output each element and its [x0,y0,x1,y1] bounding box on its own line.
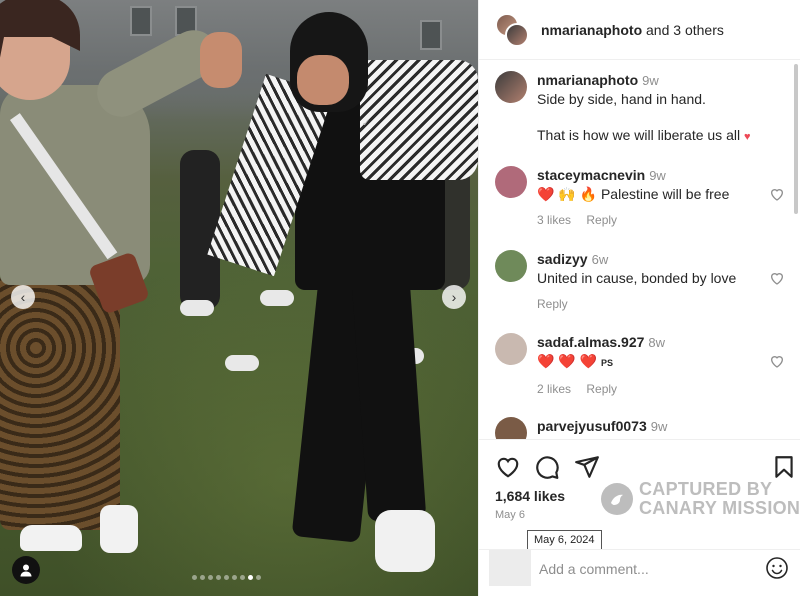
avatar[interactable] [495,333,527,365]
caption-line-2: That is how we will liberate us all [537,127,741,143]
canary-logo-icon [601,483,633,515]
left-person-legs [0,270,120,530]
comment-emoji: ❤️ 🙌 🔥 [537,186,598,202]
comment: staceymacnevin 9w ❤️ 🙌 🔥 Palestine will b… [495,166,785,229]
avatar[interactable] [495,250,527,282]
carousel-dot [224,575,229,580]
like-comment-heart-icon[interactable] [769,186,785,202]
canary-mission-watermark: CAPTURED BY CANARY MISSION [601,480,800,518]
avatar[interactable] [495,166,527,198]
carousel-dot [192,575,197,580]
next-slide-button[interactable]: › [442,285,466,309]
comment-time[interactable]: 8w [648,335,665,350]
left-person-shoe [20,525,82,551]
comment: sadizyy 6w United in cause, bonded by lov… [495,250,785,313]
post-actions: 1,684 likes May 6 CAPTURED BY CANARY MIS… [479,439,800,550]
chevron-right-icon: › [451,289,457,305]
comment-time[interactable]: 6w [592,252,609,267]
heart-icon[interactable] [495,454,521,480]
comment-text: PS [600,358,613,368]
carousel-dot [208,575,213,580]
caption: nmarianaphoto 9w Side by side, hand in ha… [495,71,785,146]
carousel-dot-active [248,575,253,580]
comment-text: Palestine will be free [600,186,730,202]
reply-button[interactable]: Reply [586,382,617,396]
carousel-dot [216,575,221,580]
background-shoe [225,355,259,371]
background-person [180,150,220,310]
comment: sadaf.almas.927 8w ❤️ ❤️ ❤️ PS 2 likes Re… [495,333,785,398]
carousel-dot [256,575,261,580]
send-icon[interactable] [574,454,600,480]
caption-username[interactable]: nmarianaphoto [537,72,638,88]
tagged-people-button[interactable] [12,556,40,584]
avatar[interactable] [495,417,527,439]
shirt-logo: ✓ [362,118,371,129]
comments-scrollbar[interactable] [794,64,798,214]
main-person-shoe [375,510,435,572]
comments-list[interactable]: nmarianaphoto 9w Side by side, hand in ha… [479,61,800,439]
comment-likes[interactable]: 3 likes [537,213,571,227]
post-header: nmarianaphoto and 3 others [479,0,800,60]
avatar [505,22,529,47]
comment-icon[interactable] [534,454,560,480]
comment-username[interactable]: parvejyusuf0073 [537,418,647,434]
comment: parvejyusuf0073 9w [495,417,785,439]
post-photo: ✓ ‹ › [0,0,478,596]
background-window [130,6,152,36]
chevron-left-icon: ‹ [20,289,26,305]
main-person-face [297,55,349,105]
reply-button[interactable]: Reply [537,297,568,311]
carousel-dot [240,575,245,580]
comment-likes[interactable]: 2 likes [537,382,571,396]
comment-time[interactable]: 9w [651,419,668,434]
likes-count[interactable]: 1,684 likes [495,488,565,504]
like-comment-heart-icon[interactable] [769,353,785,369]
comment-username[interactable]: sadizyy [537,251,588,267]
comment-username[interactable]: staceymacnevin [537,167,645,183]
watermark-line-2: CANARY MISSION [639,498,800,518]
header-authors: nmarianaphoto and 3 others [541,22,724,38]
carousel-dot [200,575,205,580]
comment-time[interactable]: 9w [649,168,666,183]
background-shoe [180,300,214,316]
author-avatars[interactable] [495,12,529,47]
post-side-panel: nmarianaphoto and 3 others nmarianaphoto… [478,0,800,596]
comment-input[interactable] [539,558,749,580]
comment-text: United in cause, bonded by love [537,270,737,286]
comment-emoji: ❤️ ❤️ ❤️ [537,353,598,369]
caption-line-1: Side by side, hand in hand. [537,91,706,107]
smiley-icon[interactable] [765,556,789,580]
person-icon [20,564,32,577]
reply-button[interactable]: Reply [586,213,617,227]
avatar[interactable] [495,71,527,103]
add-comment-bar [479,549,800,596]
like-comment-heart-icon[interactable] [769,270,785,286]
user-thumbnail [489,550,531,586]
watermark-line-1: CAPTURED BY [639,479,773,499]
background-shoe [260,290,294,306]
left-person-shoe [100,505,138,553]
prev-slide-button[interactable]: ‹ [11,285,35,309]
heart-emoji: ♥ [743,131,751,143]
background-window [420,20,442,50]
bookmark-icon[interactable] [771,454,797,480]
post-date[interactable]: May 6 [495,509,525,521]
carousel-dots [192,575,261,580]
comment-username[interactable]: sadaf.almas.927 [537,334,644,350]
caption-time[interactable]: 9w [642,73,659,88]
header-username[interactable]: nmarianaphoto [541,22,642,38]
joined-hands [200,32,242,88]
header-others[interactable]: and 3 others [646,22,724,38]
carousel-dot [232,575,237,580]
keffiyeh-scarf [360,60,478,180]
date-tooltip: May 6, 2024 [527,530,602,550]
